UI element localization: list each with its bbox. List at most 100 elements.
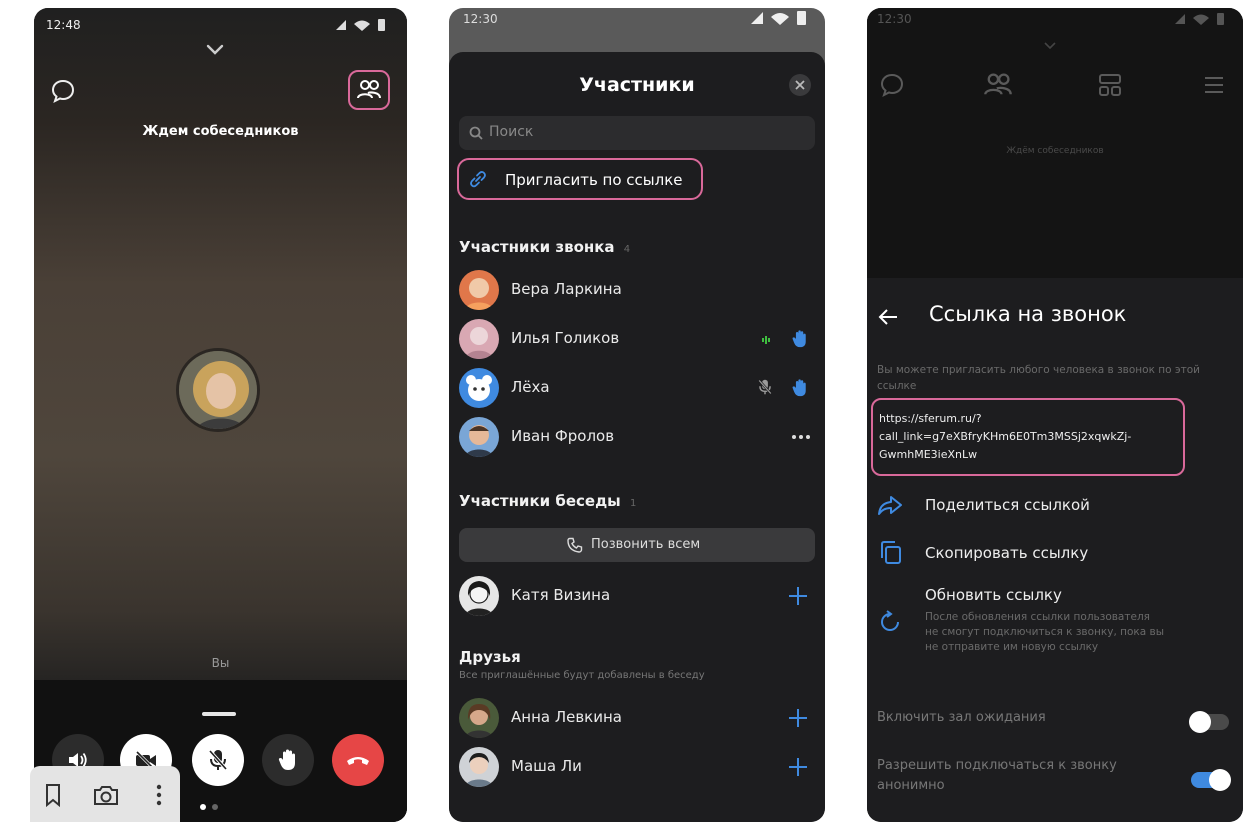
self-label: Вы — [211, 656, 230, 670]
mic-off-icon — [757, 377, 773, 397]
call-link-sheet: Ссылка на звонок Вы можете пригласить лю… — [867, 278, 1243, 822]
friend-name: Анна Левкина — [511, 708, 622, 726]
anonymous-join-toggle[interactable] — [1191, 769, 1231, 791]
toggle-knob — [1189, 711, 1211, 733]
list-item[interactable]: Анна Левкина — [449, 694, 825, 742]
close-button[interactable] — [789, 74, 811, 96]
signal-battery-icon — [1173, 12, 1233, 26]
waiting-room-label: Включить зал ожидания — [877, 710, 1046, 725]
page-dot — [212, 804, 218, 810]
more-vertical-icon[interactable] — [156, 783, 162, 807]
status-time: 12:30 — [877, 12, 912, 26]
list-item[interactable]: Вера Ларкина — [449, 266, 825, 314]
avatar — [459, 319, 499, 359]
refresh-note: После обновления ссылки пользователя не … — [925, 611, 1165, 653]
signal-battery-icon — [749, 10, 815, 26]
mic-off-icon — [207, 748, 229, 772]
member-name: Иван Фролов — [511, 427, 615, 445]
sheet-title: Ссылка на звонок — [929, 302, 1127, 326]
participants-phone: 12:30 Участники Поиск Пригласить по ссыл… — [449, 8, 825, 822]
chat-members-count: 1 — [629, 498, 637, 509]
bookmark-icon[interactable] — [44, 783, 62, 807]
waiting-room-toggle[interactable] — [1189, 711, 1229, 733]
back-arrow-icon[interactable] — [877, 308, 899, 326]
collapse-chevron-icon — [1043, 42, 1057, 50]
screenshot-toolbar — [30, 766, 180, 822]
page-dot-active — [200, 804, 206, 810]
end-call-icon — [345, 753, 371, 767]
drag-handle[interactable] — [202, 712, 236, 716]
raise-hand-button[interactable] — [262, 734, 314, 786]
link-icon — [467, 168, 489, 190]
member-name: Катя Визина — [511, 586, 611, 604]
raised-hand-icon — [791, 377, 809, 399]
call-all-label: Позвонить всем — [591, 537, 701, 552]
avatar — [459, 576, 499, 616]
share-link-button[interactable]: Поделиться ссылкой — [867, 488, 1243, 524]
member-name: Вера Ларкина — [511, 280, 622, 298]
list-item[interactable]: Иван Фролов — [449, 413, 825, 461]
sheet-title: Участники — [579, 74, 695, 96]
participants-button[interactable] — [348, 70, 390, 110]
close-icon — [795, 80, 805, 90]
chat-icon[interactable] — [50, 78, 76, 104]
search-placeholder: Поиск — [489, 124, 534, 140]
add-icon[interactable] — [787, 756, 809, 778]
add-icon[interactable] — [787, 707, 809, 729]
avatar — [459, 270, 499, 310]
copy-link-label: Скопировать ссылку — [925, 544, 1089, 562]
raised-hand-icon — [791, 328, 809, 350]
list-item[interactable]: Лёха — [449, 364, 825, 412]
invite-by-link-button[interactable]: Пригласить по ссылке — [457, 158, 703, 200]
collapse-chevron-icon[interactable] — [206, 44, 224, 56]
list-item[interactable]: Катя Визина — [449, 572, 825, 620]
end-call-button[interactable] — [332, 734, 384, 786]
member-name: Лёха — [511, 378, 550, 396]
call-all-button[interactable]: Позвонить всем — [459, 528, 815, 562]
participants-icon — [356, 79, 382, 101]
user-avatar — [176, 348, 260, 432]
signal-battery-icon — [334, 18, 394, 32]
share-icon — [877, 494, 903, 516]
menu-icon — [1203, 76, 1225, 94]
chat-members-title: Участники беседы 1 — [459, 492, 637, 510]
more-horizontal-icon[interactable] — [791, 434, 811, 440]
friends-subtitle: Все приглашённые будут добавлены в бесед… — [459, 670, 705, 681]
refresh-link-button[interactable]: Обновить ссылку После обновления ссылки … — [867, 584, 1243, 664]
faded-status: Ждём собеседников — [1006, 146, 1104, 156]
status-time: 12:48 — [46, 18, 81, 32]
call-screen-phone: 12:48 Ждем собеседников Вы — [34, 8, 407, 822]
participants-sheet: Участники Поиск Пригласить по ссылке Уча… — [449, 52, 825, 822]
call-link-phone: 12:30 Ждём собеседников Ссылка на звонок… — [867, 8, 1243, 822]
list-item[interactable]: Маша Ли — [449, 743, 825, 791]
phone-icon — [567, 537, 583, 553]
avatar — [459, 747, 499, 787]
call-members-title: Участники звонка 4 — [459, 238, 631, 256]
refresh-link-label: Обновить ссылку — [925, 586, 1062, 604]
call-members-count: 4 — [623, 244, 631, 255]
list-item[interactable]: Илья Голиков — [449, 315, 825, 363]
participants-icon — [983, 72, 1013, 98]
friends-title: Друзья — [459, 648, 521, 666]
avatar — [459, 698, 499, 738]
share-link-label: Поделиться ссылкой — [925, 496, 1090, 514]
status-time: 12:30 — [463, 12, 498, 26]
layout-grid-icon — [1097, 72, 1123, 98]
friend-name: Маша Ли — [511, 757, 582, 775]
mic-off-button[interactable] — [192, 734, 244, 786]
copy-icon — [879, 540, 903, 566]
call-link-text: https://sferum.ru/? call_link=g7eXBfryKH… — [879, 412, 1132, 461]
avatar — [459, 417, 499, 457]
search-input[interactable]: Поиск — [459, 116, 815, 150]
call-link-box[interactable]: https://sferum.ru/? call_link=g7eXBfryKH… — [871, 398, 1185, 476]
camera-icon[interactable] — [92, 783, 120, 807]
raise-hand-icon — [277, 748, 299, 772]
waiting-status: Ждем собеседников — [142, 124, 299, 139]
toggle-knob — [1209, 769, 1231, 791]
anonymous-join-label: Разрешить подключаться к звонку анонимно — [877, 758, 1117, 793]
add-icon[interactable] — [787, 585, 809, 607]
copy-link-button[interactable]: Скопировать ссылку — [867, 536, 1243, 572]
chat-icon — [879, 72, 905, 98]
search-icon — [469, 126, 483, 140]
link-description: Вы можете пригласить любого человека в з… — [877, 364, 1200, 392]
